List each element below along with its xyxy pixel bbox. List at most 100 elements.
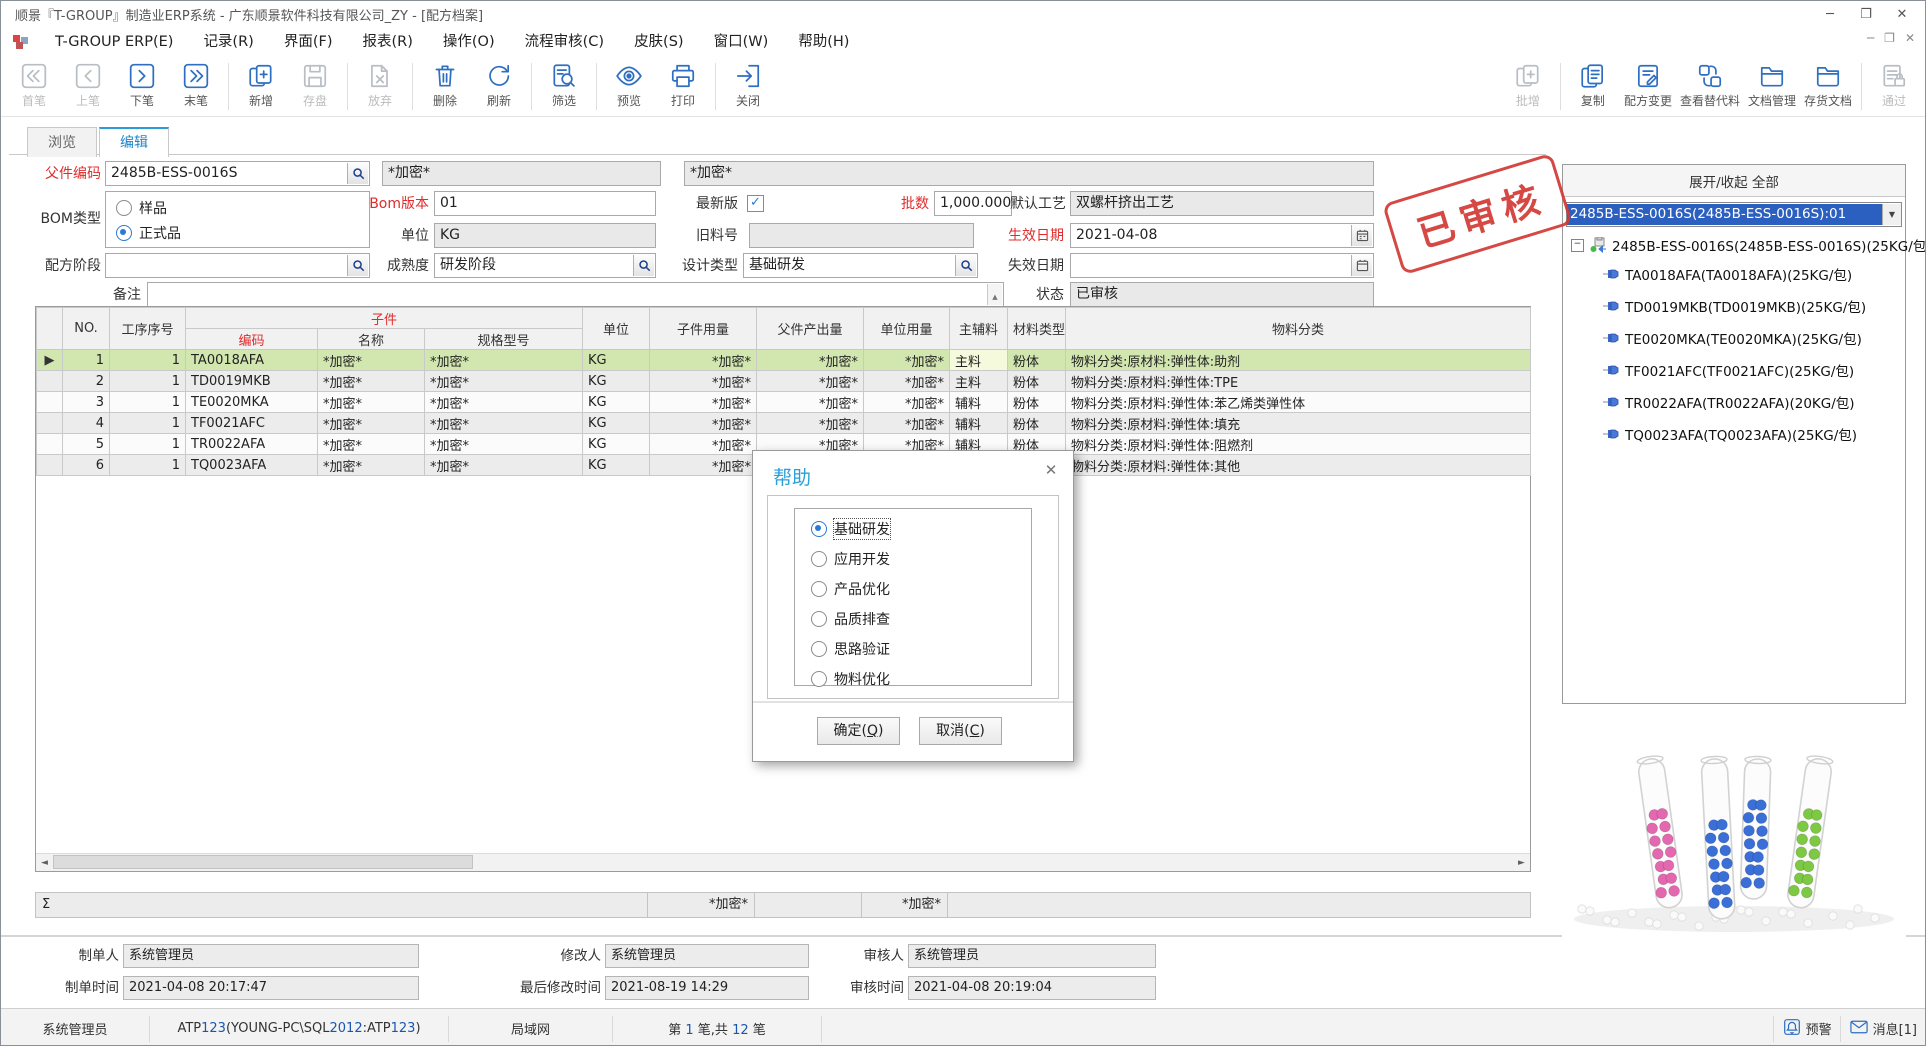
table-cell[interactable]: *加密* xyxy=(864,392,950,413)
column-header[interactable]: 主辅料 xyxy=(950,308,1008,350)
table-cell[interactable]: *加密* xyxy=(650,413,757,434)
table-cell[interactable]: TQ0023AFA xyxy=(186,455,318,476)
table-cell[interactable]: *加密* xyxy=(425,434,583,455)
table-cell[interactable]: *加密* xyxy=(318,371,425,392)
expand-collapse-all-button[interactable]: 展开/收起 全部 xyxy=(1563,165,1905,197)
toolbar-button-doc-add[interactable]: 新增 xyxy=(234,57,288,116)
menu-item[interactable]: 窗口(W) xyxy=(699,28,784,57)
tree-item[interactable]: TF0021AFC(TF0021AFC)(25KG/包) xyxy=(1563,354,1905,386)
table-cell[interactable]: *加密* xyxy=(425,371,583,392)
tree-item[interactable]: TQ0023AFA(TQ0023AFA)(25KG/包) xyxy=(1563,418,1905,450)
table-cell[interactable]: 辅料 xyxy=(950,413,1008,434)
maturity-field[interactable]: 研发阶段 xyxy=(434,253,656,278)
table-cell[interactable]: KG xyxy=(583,350,650,371)
table-cell[interactable]: 1 xyxy=(110,392,186,413)
table-cell[interactable]: 主料 xyxy=(950,350,1008,371)
table-cell[interactable]: 6 xyxy=(63,455,110,476)
toolbar-button-trash[interactable]: 删除 xyxy=(418,57,472,116)
calendar-icon[interactable] xyxy=(1351,255,1372,276)
column-header[interactable]: 物料分类 xyxy=(1066,308,1531,350)
table-cell[interactable]: KG xyxy=(583,413,650,434)
table-cell[interactable]: *加密* xyxy=(425,413,583,434)
table-cell[interactable]: *加密* xyxy=(864,371,950,392)
row-indicator-header[interactable] xyxy=(37,308,63,350)
menu-item[interactable]: 报表(R) xyxy=(347,28,427,57)
table-cell[interactable]: 4 xyxy=(63,413,110,434)
effective-date-field[interactable]: 2021-04-08 xyxy=(1070,223,1374,248)
table-cell[interactable]: *加密* xyxy=(650,350,757,371)
table-cell[interactable]: 1 xyxy=(110,455,186,476)
tree-root-node[interactable]: − 2485B-ESS-0016S(2485B-ESS-0016S)(25KG/… xyxy=(1563,231,1905,258)
toolbar-button-close-arrow[interactable]: 关闭 xyxy=(721,57,775,116)
table-cell[interactable]: 粉体 xyxy=(1008,392,1066,413)
tab-编辑[interactable]: 编辑 xyxy=(99,127,169,157)
table-row[interactable]: 31TE0020MKA*加密**加密*KG*加密**加密**加密*辅料粉体物料分… xyxy=(37,392,1531,413)
mdi-close-icon[interactable]: ✕ xyxy=(1905,31,1915,45)
row-indicator[interactable] xyxy=(37,392,63,413)
radio-sample[interactable]: 样品 xyxy=(116,198,167,218)
table-cell[interactable]: 物料分类:原材料:弹性体:助剂 xyxy=(1066,350,1531,371)
table-row[interactable]: ▶11TA0018AFA*加密**加密*KG*加密**加密**加密*主料粉体物料… xyxy=(37,350,1531,371)
table-cell[interactable]: 2 xyxy=(63,371,110,392)
row-indicator[interactable] xyxy=(37,434,63,455)
row-indicator[interactable]: ▶ xyxy=(37,350,63,371)
dialog-radio-产品优化[interactable]: 产品优化 xyxy=(811,579,1031,599)
menu-item[interactable]: 流程审核(C) xyxy=(510,28,619,57)
column-header[interactable]: 单位用量 xyxy=(864,308,950,350)
mdi-restore-icon[interactable]: ❐ xyxy=(1884,31,1895,45)
table-cell[interactable]: *加密* xyxy=(318,392,425,413)
dialog-close-icon[interactable]: ✕ xyxy=(1041,461,1061,479)
maximize-icon[interactable]: ❐ xyxy=(1849,3,1883,27)
scroll-right-icon[interactable]: ► xyxy=(1513,854,1530,871)
table-cell[interactable]: TF0021AFC xyxy=(186,413,318,434)
menu-item[interactable]: 皮肤(S) xyxy=(619,28,699,57)
table-cell[interactable]: 粉体 xyxy=(1008,371,1066,392)
toolbar-button-folder[interactable]: 文档管理 xyxy=(1744,57,1800,116)
toolbar-button-folder[interactable]: 存货文档 xyxy=(1800,57,1856,116)
menu-item[interactable]: 界面(F) xyxy=(269,28,348,57)
menu-item[interactable]: 记录(R) xyxy=(188,28,268,57)
column-header[interactable]: 子件用量 xyxy=(650,308,757,350)
toolbar-button-refresh[interactable]: 刷新 xyxy=(472,57,526,116)
table-cell[interactable]: KG xyxy=(583,392,650,413)
table-cell[interactable]: *加密* xyxy=(757,371,864,392)
tree-item[interactable]: TA0018AFA(TA0018AFA)(25KG/包) xyxy=(1563,258,1905,290)
tree-item[interactable]: TE0020MKA(TE0020MKA)(25KG/包) xyxy=(1563,322,1905,354)
menu-item[interactable]: 操作(O) xyxy=(428,28,510,57)
alert-indicator[interactable]: 预警 xyxy=(1782,1017,1832,1041)
table-cell[interactable]: *加密* xyxy=(650,434,757,455)
toolbar-button-filter[interactable]: 筛选 xyxy=(537,57,591,116)
toolbar-button-printer[interactable]: 打印 xyxy=(656,57,710,116)
toolbar-button-nav-next[interactable]: 下笔 xyxy=(115,57,169,116)
column-header[interactable]: 子件 xyxy=(186,308,583,329)
column-header[interactable]: 编码 xyxy=(186,329,318,350)
radio-official[interactable]: 正式品 xyxy=(116,223,181,243)
formula-stage-field[interactable] xyxy=(105,253,370,278)
table-cell[interactable]: TA0018AFA xyxy=(186,350,318,371)
table-cell[interactable]: 物料分类:原材料:弹性体:其他 xyxy=(1066,455,1531,476)
dialog-radio-品质排查[interactable]: 品质排查 xyxy=(811,609,1031,629)
table-row[interactable]: 41TF0021AFC*加密**加密*KG*加密**加密**加密*辅料粉体物料分… xyxy=(37,413,1531,434)
column-header[interactable]: 单位 xyxy=(583,308,650,350)
mdi-minimize-icon[interactable]: ─ xyxy=(1867,31,1874,45)
table-cell[interactable]: TR0022AFA xyxy=(186,434,318,455)
table-cell[interactable]: 1 xyxy=(110,350,186,371)
table-cell[interactable]: 粉体 xyxy=(1008,413,1066,434)
dialog-radio-应用开发[interactable]: 应用开发 xyxy=(811,549,1031,569)
toolbar-button-eye[interactable]: 预览 xyxy=(602,57,656,116)
column-header[interactable]: 父件产出量 xyxy=(757,308,864,350)
table-cell[interactable]: *加密* xyxy=(318,413,425,434)
tab-浏览[interactable]: 浏览 xyxy=(27,127,97,157)
table-cell[interactable]: KG xyxy=(583,371,650,392)
table-cell[interactable]: *加密* xyxy=(425,455,583,476)
table-cell[interactable]: KG xyxy=(583,434,650,455)
row-indicator[interactable] xyxy=(37,371,63,392)
toolbar-button-nav-last[interactable]: 末笔 xyxy=(169,57,223,116)
table-cell[interactable]: 辅料 xyxy=(950,392,1008,413)
table-cell[interactable]: *加密* xyxy=(318,350,425,371)
scrollbar-track[interactable] xyxy=(53,854,1513,871)
table-cell[interactable]: TD0019MKB xyxy=(186,371,318,392)
table-cell[interactable]: *加密* xyxy=(757,413,864,434)
message-indicator[interactable]: 消息[1] xyxy=(1849,1017,1917,1041)
table-row[interactable]: 21TD0019MKB*加密**加密*KG*加密**加密**加密*主料粉体物料分… xyxy=(37,371,1531,392)
